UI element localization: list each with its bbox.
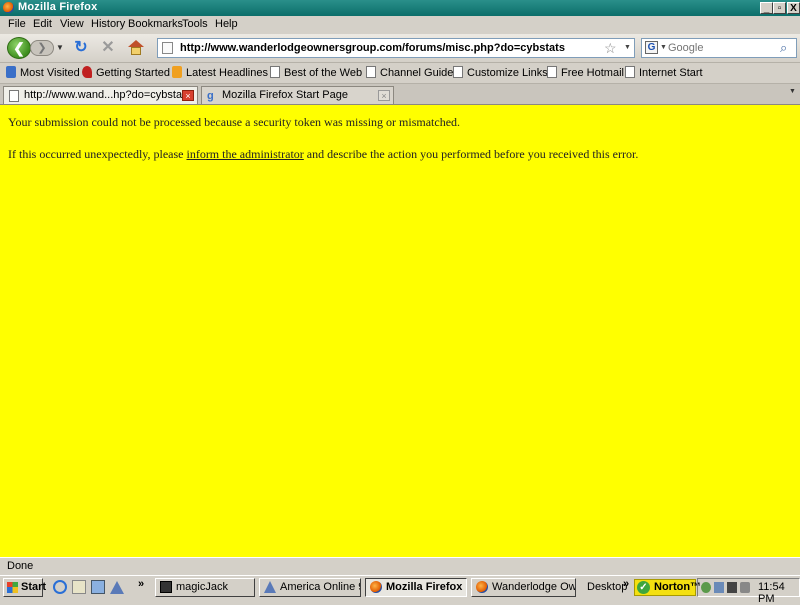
window-title-bar[interactable]: Mozilla Firefox _ ▫ X: [0, 0, 800, 16]
search-input[interactable]: [668, 40, 776, 56]
bookmark-customize-links[interactable]: Customize Links: [453, 66, 548, 79]
bookmark-best-of-web[interactable]: Best of the Web: [270, 66, 362, 79]
volume-icon[interactable]: [740, 582, 750, 593]
window-title: Mozilla Firefox: [18, 1, 98, 13]
norton-check-icon: ✓: [637, 581, 650, 594]
page-icon: [547, 66, 557, 78]
stop-button[interactable]: ✕: [99, 39, 117, 57]
getting-started-icon: [82, 66, 92, 78]
search-bar: G ▼ ⌕: [641, 38, 797, 58]
magicjack-icon: [160, 581, 172, 593]
menu-bar: File Edit View History Bookmarks Tools H…: [0, 16, 800, 34]
history-dropdown-icon[interactable]: ▼: [56, 43, 64, 52]
rss-icon: [172, 66, 182, 78]
search-engine-dropdown-icon[interactable]: ▼: [660, 44, 667, 51]
firefox-icon: [370, 581, 382, 593]
close-tab-icon[interactable]: ×: [182, 90, 194, 101]
google-icon: g: [207, 90, 214, 102]
norton-button[interactable]: ✓ Norton™: [634, 579, 701, 596]
page-icon: [625, 66, 635, 78]
reload-button[interactable]: ↻: [72, 39, 90, 57]
home-icon: [128, 40, 144, 47]
firefox-logo-icon: [3, 2, 14, 13]
page-favicon-icon: [162, 42, 173, 54]
bookmark-most-visited[interactable]: Most Visited: [6, 66, 80, 79]
task-wanderlodge[interactable]: Wanderlodge Owne...: [471, 578, 576, 597]
bookmarks-toolbar: Most Visited Getting Started Latest Head…: [0, 63, 800, 84]
menu-edit[interactable]: Edit: [33, 18, 52, 30]
tray-app-icon[interactable]: [701, 582, 711, 593]
bookmark-free-hotmail[interactable]: Free Hotmail: [547, 66, 624, 79]
menu-tools[interactable]: Tools: [182, 18, 208, 30]
bookmark-getting-started[interactable]: Getting Started: [82, 66, 170, 79]
tab-current[interactable]: http://www.wand...hp?do=cybstats ×: [3, 86, 198, 104]
task-firefox[interactable]: Mozilla Firefox: [365, 578, 467, 597]
status-text: Done: [7, 560, 34, 572]
most-visited-icon: [6, 66, 16, 78]
menu-history[interactable]: History: [91, 18, 125, 30]
page-icon: [366, 66, 376, 78]
tab-title: Mozilla Firefox Start Page: [222, 89, 348, 101]
system-tray: 11:54 PM: [697, 578, 800, 605]
close-tab-icon[interactable]: ×: [378, 90, 390, 101]
minimize-button[interactable]: _: [760, 2, 773, 14]
error-detail: If this occurred unexpectedly, please in…: [8, 147, 639, 161]
url-dropdown-icon[interactable]: ▼: [624, 44, 631, 51]
menu-file[interactable]: File: [8, 18, 26, 30]
url-text[interactable]: http://www.wanderlodgeownersgroup.com/fo…: [180, 42, 565, 54]
tab-list-dropdown-icon[interactable]: ▼: [789, 88, 796, 95]
menu-bookmarks[interactable]: Bookmarks: [128, 18, 183, 30]
aol-quicklaunch-icon[interactable]: [110, 580, 124, 594]
bookmark-internet-start[interactable]: Internet Start: [625, 66, 703, 79]
error-message: Your submission could not be processed b…: [8, 115, 461, 129]
page-icon: [270, 66, 280, 78]
quicklaunch-more-icon[interactable]: »: [138, 578, 144, 590]
menu-view[interactable]: View: [60, 18, 84, 30]
search-icon[interactable]: ⌕: [780, 40, 787, 56]
tray-device-icon[interactable]: [727, 582, 737, 593]
forward-button[interactable]: ❯: [30, 40, 54, 56]
close-button[interactable]: X: [787, 2, 800, 14]
clock[interactable]: 11:54 PM: [758, 581, 799, 605]
inform-administrator-link[interactable]: inform the administrator: [186, 147, 303, 161]
tab-title: http://www.wand...hp?do=cybstats: [24, 89, 191, 101]
start-button[interactable]: Start: [3, 578, 46, 597]
page-icon: [9, 90, 19, 102]
back-button[interactable]: ❮: [7, 37, 31, 59]
network-icon[interactable]: [714, 582, 724, 593]
status-bar: Done: [0, 557, 800, 576]
bookmark-star-icon[interactable]: ☆: [604, 40, 617, 57]
ie-quicklaunch-icon[interactable]: [53, 580, 67, 594]
aol-icon: [264, 581, 276, 593]
page-content: Your submission could not be processed b…: [0, 105, 800, 557]
quicklaunch-app-icon[interactable]: [91, 580, 105, 594]
firefox-icon: [476, 581, 488, 593]
menu-help[interactable]: Help: [215, 18, 238, 30]
desktop-more-icon[interactable]: »: [623, 578, 629, 590]
home-button[interactable]: [127, 40, 145, 56]
restore-button[interactable]: ▫: [773, 2, 786, 14]
task-magicjack[interactable]: magicJack: [155, 578, 255, 597]
tab-start-page[interactable]: g Mozilla Firefox Start Page ×: [201, 86, 394, 104]
task-aol[interactable]: America Online 9.0 ...: [259, 578, 361, 597]
url-bar[interactable]: http://www.wanderlodgeownersgroup.com/fo…: [157, 38, 635, 58]
bookmark-channel-guide[interactable]: Channel Guide: [366, 66, 453, 79]
show-desktop-icon[interactable]: [72, 580, 86, 594]
page-icon: [453, 66, 463, 78]
bookmark-latest-headlines[interactable]: Latest Headlines: [172, 66, 268, 79]
desktop-toolbar-label[interactable]: Desktop: [587, 581, 627, 593]
search-engine-icon[interactable]: G: [645, 41, 658, 54]
